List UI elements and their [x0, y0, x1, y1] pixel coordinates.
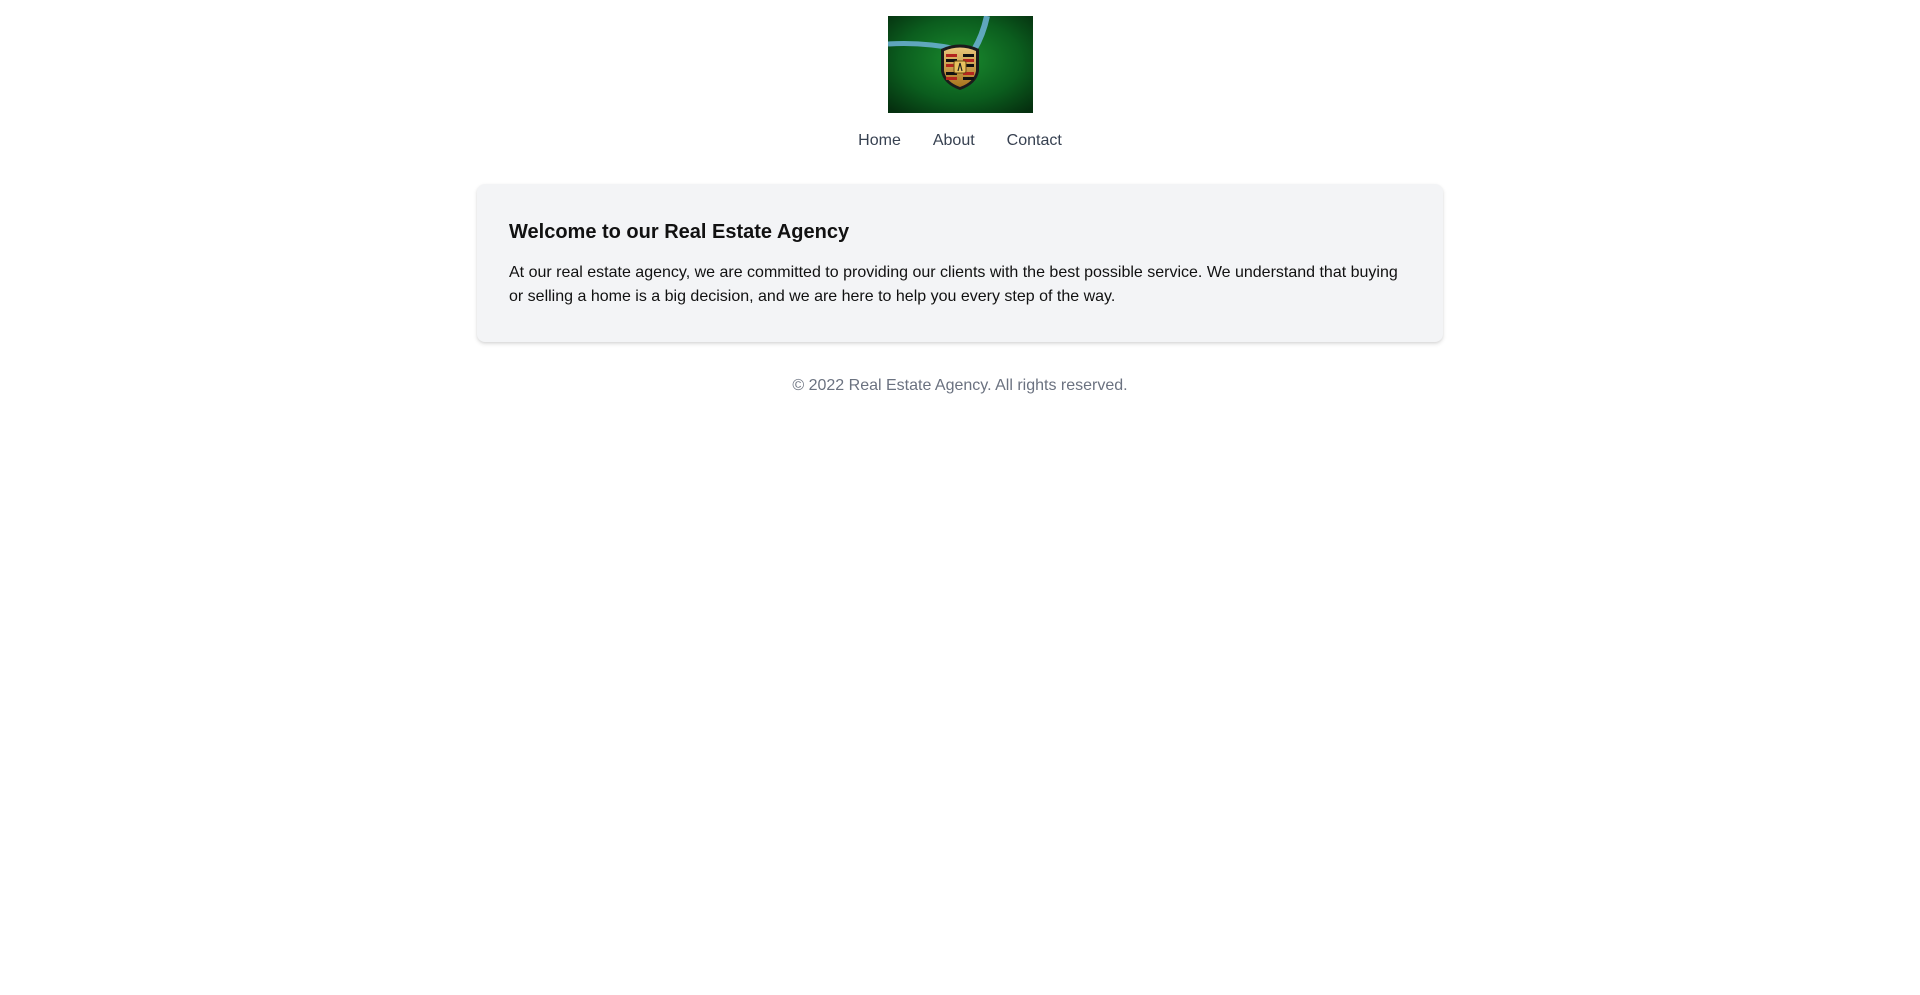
- page: Home About Contact Welcome to our Real E…: [0, 0, 1920, 995]
- copyright-text: © 2022 Real Estate Agency. All rights re…: [792, 377, 1128, 394]
- nav-link-contact[interactable]: Contact: [1007, 131, 1062, 151]
- nav-link-about[interactable]: About: [933, 131, 975, 151]
- welcome-heading: Welcome to our Real Estate Agency: [509, 221, 850, 243]
- site-footer: © 2022 Real Estate Agency. All rights re…: [0, 376, 1920, 396]
- nav-link-home[interactable]: Home: [858, 131, 901, 151]
- welcome-text: At our real estate agency, we are commit…: [509, 264, 1398, 305]
- logo-image[interactable]: [887, 16, 1033, 113]
- site-header: Home About Contact: [0, 0, 1920, 151]
- welcome-card: Welcome to our Real Estate Agency At our…: [477, 184, 1443, 342]
- main-content: Welcome to our Real Estate Agency At our…: [0, 184, 1920, 342]
- main-nav: Home About Contact: [858, 131, 1062, 151]
